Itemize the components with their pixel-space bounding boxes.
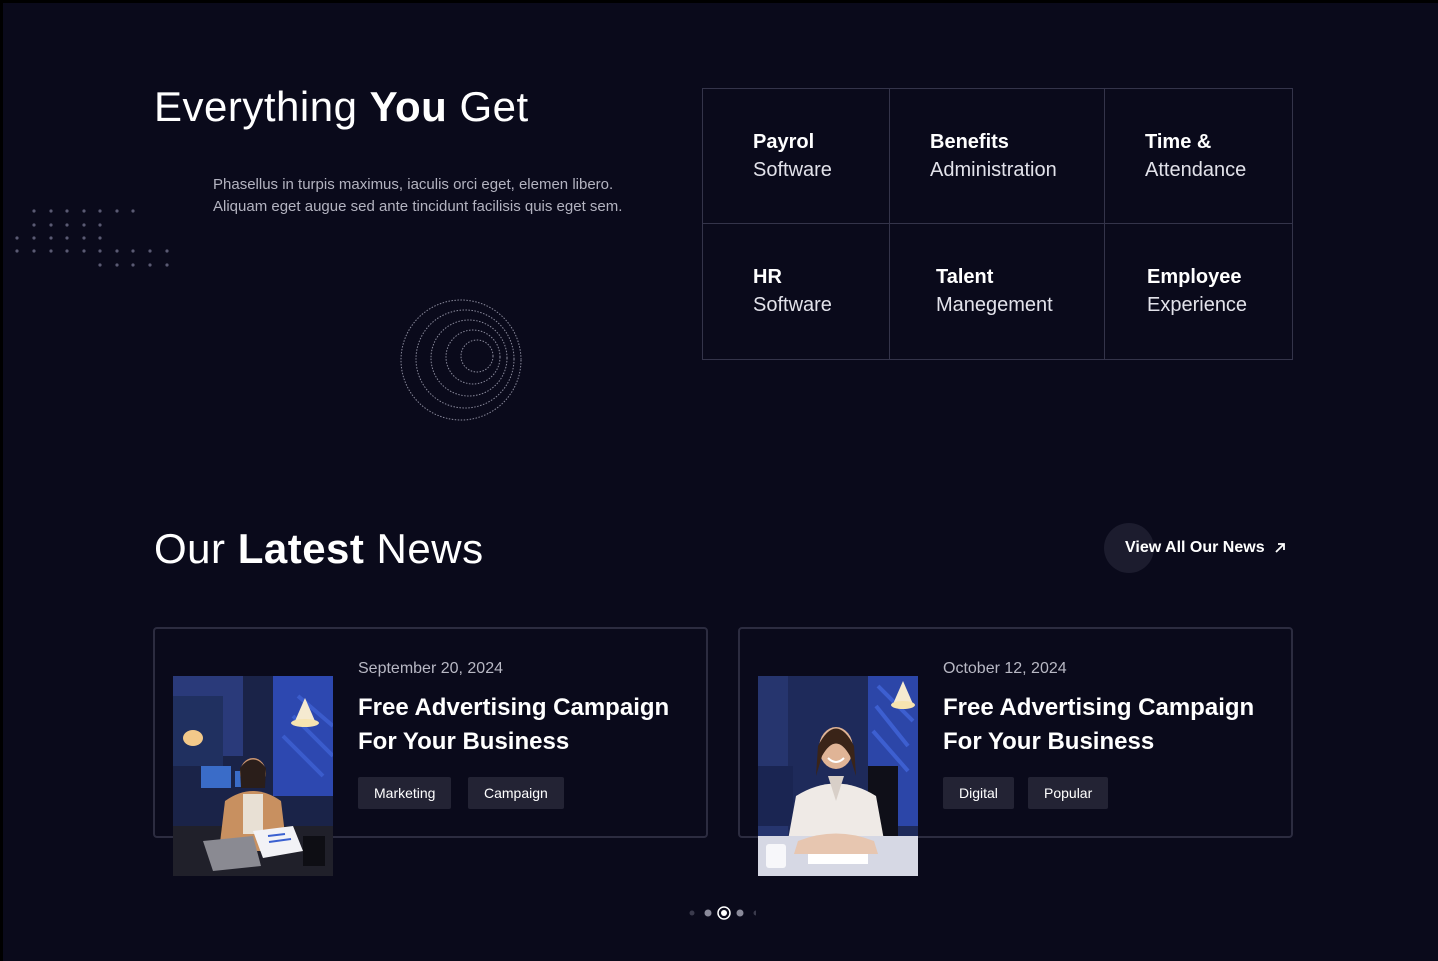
news-card-image[interactable]: [758, 676, 918, 876]
decoration-dot: [65, 236, 69, 240]
concentric-rings-decoration: [400, 299, 522, 421]
tag-digital[interactable]: Digital: [943, 777, 1014, 809]
decoration-dot: [148, 249, 152, 253]
office-woman-laptop-image: [173, 676, 333, 876]
decoration-dot: [49, 236, 53, 240]
decoration-dot: [115, 263, 119, 267]
features-title-strong: You: [369, 83, 448, 130]
news-title-strong: Latest: [237, 525, 365, 572]
feature-subtitle: Experience: [1147, 294, 1248, 316]
decoration-dot: [115, 249, 119, 253]
pager-dot[interactable]: [704, 909, 712, 917]
decoration-dot: [49, 249, 53, 253]
pager-dot[interactable]: [689, 910, 695, 916]
feature-benefits-administration[interactable]: Benefits Administration: [890, 89, 1104, 223]
feature-employee-experience[interactable]: Employee Experience: [1105, 224, 1292, 359]
pager-dot[interactable]: [736, 909, 744, 917]
decoration-dot: [49, 209, 53, 213]
feature-title: HR: [753, 266, 782, 288]
arrow-up-right-icon: [1274, 543, 1285, 553]
feature-title: Employee: [1147, 266, 1242, 288]
feature-subtitle: Administration: [930, 159, 1057, 181]
news-title: Our Latest News: [154, 521, 484, 577]
decoration-dot: [32, 249, 36, 253]
decoration-dot: [49, 223, 53, 227]
feature-talent-management[interactable]: Talent Manegement: [890, 224, 1104, 359]
features-title: Everything You Get: [154, 79, 529, 135]
feature-hr-software[interactable]: HR Software: [703, 224, 889, 359]
feature-subtitle: Software: [753, 294, 832, 316]
decoration-dot: [82, 249, 86, 253]
decoration-dot: [15, 236, 19, 240]
decoration-dot: [165, 263, 169, 267]
decoration-dot: [131, 263, 135, 267]
tag-marketing[interactable]: Marketing: [358, 777, 452, 809]
news-card-date: September 20, 2024: [358, 660, 503, 677]
view-all-label: View All Our News: [1125, 539, 1265, 556]
decoration-dot: [98, 223, 102, 227]
decoration-dot: [32, 209, 36, 213]
dot-pattern-decoration: [15, 209, 169, 267]
decoration-dot: [65, 223, 69, 227]
feature-time-attendance[interactable]: Time & Attendance: [1105, 89, 1292, 223]
decoration-dot: [165, 249, 169, 253]
decoration-dot: [15, 249, 19, 253]
feature-subtitle: Software: [753, 159, 832, 181]
news-title-post: News: [364, 525, 484, 572]
feature-subtitle: Attendance: [1145, 159, 1247, 181]
decoration-dot: [98, 209, 102, 213]
decoration-dot: [115, 209, 119, 213]
decoration-dot: [65, 209, 69, 213]
page: Everything You Get Phasellus in turpis m…: [3, 3, 1438, 961]
pager-dot[interactable]: [753, 910, 757, 916]
feature-title: Time &: [1145, 131, 1212, 153]
office-woman-smiling-image: [758, 676, 918, 876]
decoration-dot: [148, 263, 152, 267]
features-title-pre: Everything: [154, 83, 370, 130]
feature-payroll-software[interactable]: Payrol Software: [703, 89, 889, 223]
decoration-dot: [98, 236, 102, 240]
tag-popular[interactable]: Popular: [1028, 777, 1109, 809]
feature-title: Payrol: [753, 131, 815, 153]
decoration-dot: [32, 223, 36, 227]
features-title-post: Get: [447, 83, 529, 130]
decoration-dot: [98, 249, 102, 253]
decoration-dot: [65, 249, 69, 253]
feature-grid: Payrol Software Benefits Administration …: [702, 88, 1293, 360]
feature-title: Talent: [936, 266, 994, 288]
features-description: Phasellus in turpis maximus, iaculis orc…: [213, 176, 623, 215]
view-all-news-link[interactable]: View All Our News: [1104, 523, 1304, 573]
decoration-dot: [131, 249, 135, 253]
decoration-dot: [98, 263, 102, 267]
decoration-dot: [32, 236, 36, 240]
news-card-headline[interactable]: Free Advertising Campaign For Your Busin…: [358, 691, 698, 759]
feature-subtitle: Manegement: [936, 294, 1053, 316]
news-card-headline[interactable]: Free Advertising Campaign For Your Busin…: [943, 691, 1283, 759]
carousel-pagination[interactable]: [686, 905, 756, 921]
decoration-dot: [82, 209, 86, 213]
news-card-image[interactable]: [173, 676, 333, 876]
decoration-dot: [82, 223, 86, 227]
news-card-date: October 12, 2024: [943, 660, 1067, 677]
tag-campaign[interactable]: Campaign: [468, 777, 564, 809]
decoration-dot: [82, 236, 86, 240]
feature-title: Benefits: [930, 131, 1009, 153]
decoration-dot: [131, 209, 135, 213]
news-title-pre: Our: [154, 525, 238, 572]
pager-dot-active[interactable]: [721, 910, 727, 916]
